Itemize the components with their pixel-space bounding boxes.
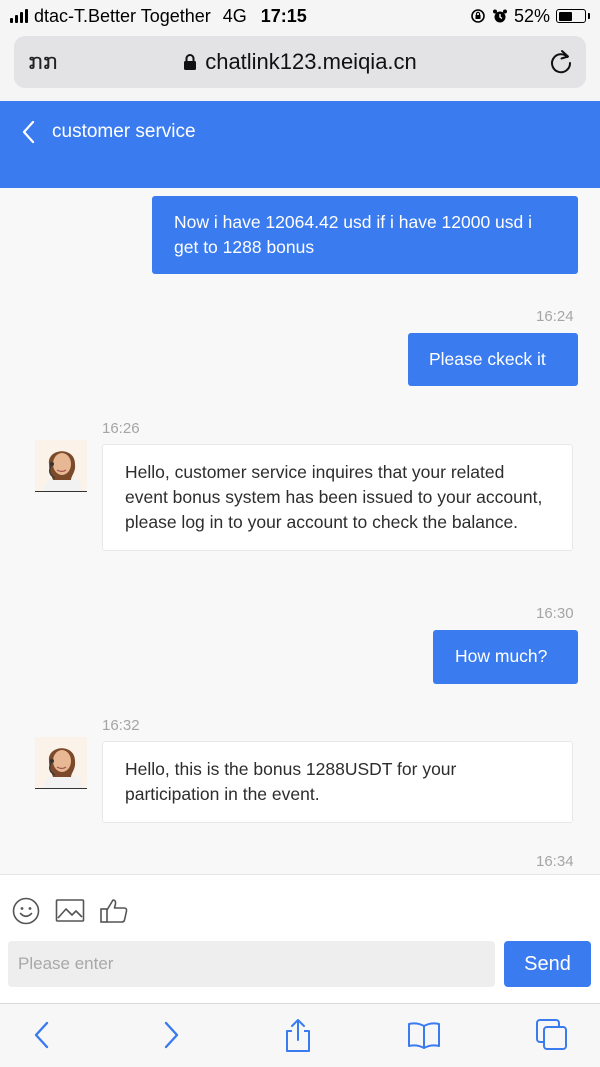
share-icon[interactable] [283,1018,313,1054]
send-button[interactable]: Send [504,941,591,987]
forward-icon[interactable] [161,1018,183,1052]
message-bubble-incoming: Hello, customer service inquires that yo… [102,444,573,551]
carrier-name: dtac-T.Better Together [34,5,211,26]
status-time: 17:15 [260,5,307,26]
message-bubble-incoming: Hello, this is the bonus 1288USDT for yo… [102,741,573,823]
message-composer: Send [0,874,600,1003]
tabs-icon[interactable] [535,1018,569,1054]
message-timestamp: 16:26 [102,420,140,437]
message-timestamp: 16:30 [536,605,574,622]
message-text: Now i have 12064.42 usd if i have 12000 … [174,212,533,257]
chat-header: customer service [0,101,600,188]
message-bubble-outgoing: Now i have 12064.42 usd if i have 12000 … [152,196,578,274]
message-text: Hello, customer service inquires that yo… [125,462,543,532]
agent-avatar [35,737,87,789]
address-bar[interactable]: ກກ chatlink123.meiqia.cn [14,36,586,88]
signal-icon [10,9,28,23]
message-text: Hello, this is the bonus 1288USDT for yo… [125,759,457,804]
page-title: customer service [52,121,196,142]
agent-avatar [35,440,87,492]
message-input[interactable] [8,941,495,987]
network-type: 4G [222,5,247,26]
message-text: How much? [455,646,548,666]
lock-icon [184,54,197,70]
orientation-lock-icon [471,9,485,23]
thumbs-up-icon[interactable] [99,897,129,925]
message-timestamp: 16:34 [536,853,574,870]
message-timestamp: 16:24 [536,308,574,325]
browser-address-area: ກກ chatlink123.meiqia.cn [0,32,600,101]
emoji-icon[interactable] [12,897,40,925]
image-icon[interactable] [55,897,85,925]
message-text: Please ckeck it [429,349,546,369]
chat-area[interactable]: Now i have 12064.42 usd if i have 12000 … [0,188,600,874]
url-text: chatlink123.meiqia.cn [205,49,417,74]
battery-icon [556,9,590,23]
message-bubble-outgoing: Please ckeck it [408,333,578,386]
alarm-icon [492,9,507,23]
browser-toolbar [0,1003,600,1067]
status-bar: dtac-T.Better Together 4G 17:15 52% [0,0,600,32]
message-timestamp: 16:32 [102,717,140,734]
text-size-button[interactable]: ກກ [28,49,58,75]
back-icon[interactable] [30,1018,52,1052]
message-bubble-outgoing: How much? [433,630,578,684]
bookmarks-icon[interactable] [406,1018,442,1052]
back-icon[interactable] [20,119,36,145]
reload-icon[interactable] [548,48,574,76]
battery-percent: 52% [513,5,550,26]
